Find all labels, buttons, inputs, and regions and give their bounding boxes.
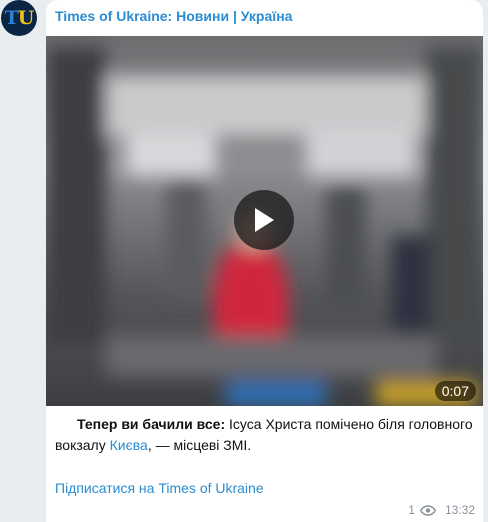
channel-name[interactable]: Times of Ukraine: Новини | Україна [55,8,292,24]
avatar-letter-t: T [4,7,19,29]
kyiv-link[interactable]: Києва [110,437,148,453]
post-text-part2: , — місцеві ЗМІ. [147,437,252,453]
view-count: 1 [408,503,415,517]
message-bubble: Times of Ukraine: Новини | Україна 0:07 … [46,0,483,522]
eye-icon [419,504,436,516]
channel-avatar[interactable]: TU [1,0,37,36]
video-preview[interactable]: 0:07 [46,36,483,406]
post-bold-lead: Тепер ви бачили все: [77,416,226,432]
message-meta: 1 13:32 [408,503,475,517]
play-button[interactable] [234,190,294,250]
post-text: Тепер ви бачили все: Ісуса Христа поміче… [55,414,475,456]
message-time: 13:32 [444,503,475,517]
subscribe-link[interactable]: Підписатися на Times of Ukraine [55,480,264,496]
video-duration: 0:07 [434,381,476,401]
avatar-letter-u: U [17,7,35,29]
play-icon [255,208,274,232]
